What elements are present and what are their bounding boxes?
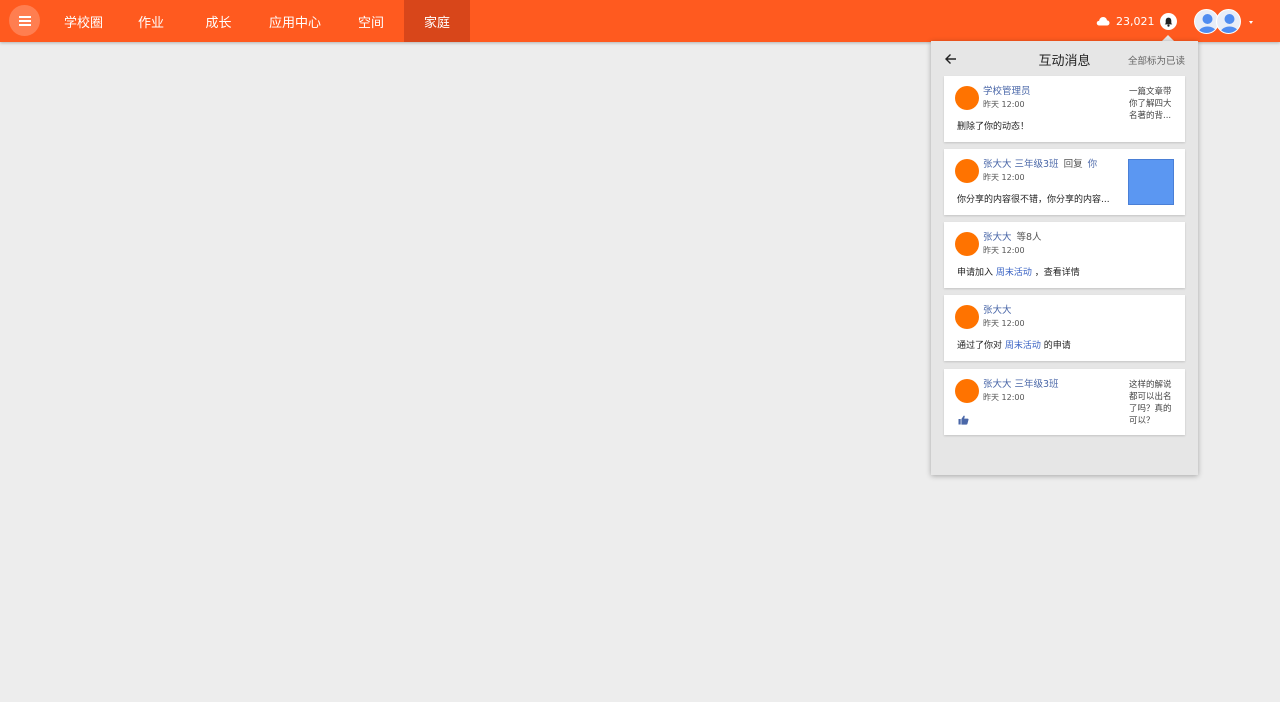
- action-label: 回复: [1063, 159, 1083, 170]
- content-thumbnail[interactable]: [1128, 159, 1174, 205]
- avatar[interactable]: [955, 86, 979, 110]
- user-name-link[interactable]: 学校管理员: [983, 86, 1031, 97]
- nav-item-school-circle[interactable]: 学校圈: [50, 0, 117, 42]
- target-user-link[interactable]: 你: [1088, 159, 1098, 170]
- notification-text-suffix: ，查看详情: [1031, 268, 1080, 278]
- user-name-link[interactable]: 张大大: [983, 305, 1012, 316]
- class-label: 三年级3班: [1014, 159, 1059, 170]
- main-nav: 学校圈 作业 成长 应用中心 空间 家庭: [50, 0, 470, 42]
- notification-text: 删除了你的动态！: [957, 119, 1029, 132]
- top-navigation-bar: 学校圈 作业 成长 应用中心 空间 家庭 23,021: [0, 0, 1280, 42]
- caret-down-icon[interactable]: [1249, 21, 1253, 24]
- activity-link[interactable]: 周末活动: [996, 268, 1032, 278]
- others-count: 等8人: [1016, 232, 1042, 243]
- timestamp: 昨天 12:00: [983, 246, 1025, 255]
- notification-card[interactable]: 张大大 三年级3班 昨天 12:00 这样的解说都可以出名了吗？真的可以？: [944, 369, 1185, 435]
- notification-card[interactable]: 张大大 等8人 昨天 12:00 申请加入 周末活动 ，查看详情: [944, 222, 1185, 288]
- user-name-link[interactable]: 张大大: [983, 159, 1012, 170]
- notification-card[interactable]: 张大大 三年级3班 回复你 昨天 12:00 你分享的内容很不错，你分享的内容...: [944, 149, 1185, 215]
- notification-text-suffix: 的申请: [1040, 341, 1071, 351]
- notification-card[interactable]: 学校管理员 昨天 12:00 删除了你的动态！ 一篇文章带你了解四大名著的背..…: [944, 76, 1185, 142]
- menu-button[interactable]: [9, 5, 40, 36]
- nav-item-app-center[interactable]: 应用中心: [252, 0, 338, 42]
- notification-text: 你分享的内容很不错，你分享的内容...: [957, 192, 1110, 205]
- avatar[interactable]: [955, 159, 979, 183]
- nav-item-growth[interactable]: 成长: [185, 0, 252, 42]
- timestamp: 昨天 12:00: [983, 319, 1025, 328]
- notification-text-content: 删除了你的动态！: [957, 122, 1030, 132]
- nav-item-family[interactable]: 家庭: [404, 0, 470, 42]
- user-avatar-icon: [1216, 9, 1241, 34]
- avatar[interactable]: [955, 379, 979, 403]
- notification-button[interactable]: [1160, 13, 1177, 30]
- notification-text-content: 通过了你对: [957, 341, 1005, 351]
- nav-item-homework[interactable]: 作业: [117, 0, 185, 42]
- timestamp: 昨天 12:00: [983, 173, 1025, 182]
- notification-panel: 互动消息 全部标为已读 学校管理员 昨天 12:00 删除了你的动态！ 一篇文章…: [931, 41, 1198, 475]
- user-name-link[interactable]: 张大大: [983, 379, 1012, 390]
- notification-text: 申请加入 周末活动 ，查看详情: [957, 265, 1080, 278]
- notification-text-content: 你分享的内容很不错，你分享的内容...: [957, 195, 1110, 205]
- cloud-icon: [1096, 17, 1110, 26]
- user-name-link[interactable]: 张大大: [983, 232, 1012, 243]
- timestamp: 昨天 12:00: [983, 393, 1025, 402]
- quoted-content[interactable]: 这样的解说都可以出名了吗？真的可以？: [1129, 379, 1175, 427]
- notification-card[interactable]: 张大大 昨天 12:00 通过了你对 周末活动 的申请: [944, 295, 1185, 361]
- user-avatar[interactable]: [1194, 9, 1244, 35]
- avatar[interactable]: [955, 305, 979, 329]
- mark-all-read-button[interactable]: 全部标为已读: [1128, 53, 1185, 67]
- thumbs-up-icon: [958, 415, 969, 425]
- nav-item-space[interactable]: 空间: [338, 0, 404, 42]
- timestamp: 昨天 12:00: [983, 100, 1025, 109]
- bell-icon: [1164, 17, 1173, 27]
- notification-text-content: 申请加入: [957, 268, 996, 278]
- avatar[interactable]: [955, 232, 979, 256]
- menu-icon: [18, 16, 31, 26]
- cloud-count: 23,021: [1116, 15, 1155, 28]
- class-label: 三年级3班: [1014, 379, 1059, 390]
- notification-text: 通过了你对 周末活动 的申请: [957, 338, 1071, 351]
- activity-link[interactable]: 周末活动: [1005, 341, 1041, 351]
- quoted-content[interactable]: 一篇文章带你了解四大名著的背...: [1129, 86, 1175, 122]
